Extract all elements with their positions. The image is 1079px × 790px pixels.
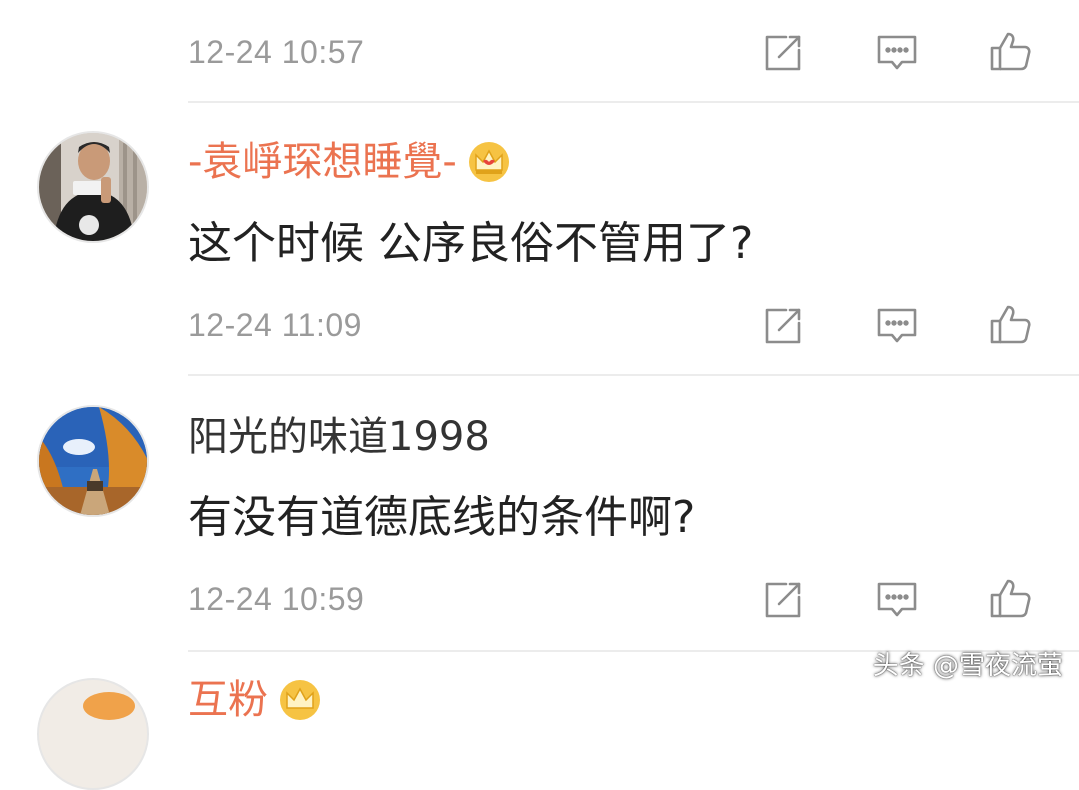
username-text: -袁崢琛想睡覺- [188, 139, 457, 185]
watermark: 头条 @雪夜流萤 [872, 651, 1063, 681]
crown-icon [280, 680, 320, 720]
username[interactable]: 互粉 [188, 676, 322, 724]
share-button[interactable] [761, 31, 805, 75]
username-text: 互粉 [188, 677, 268, 723]
like-icon [990, 579, 1031, 618]
reply-button[interactable] [875, 304, 919, 348]
comment-timestamp: 12-24 11:09 [188, 307, 362, 343]
reply-button[interactable] [875, 578, 919, 622]
share-icon [765, 35, 801, 71]
like-button[interactable] [988, 576, 1032, 620]
avatar-photo [39, 680, 147, 788]
like-icon [990, 32, 1031, 71]
share-icon [765, 308, 801, 344]
divider [188, 101, 1079, 103]
crown-icon [468, 142, 509, 182]
like-button[interactable] [988, 29, 1032, 73]
comment-icon [877, 308, 917, 343]
comment-text: 这个时候 公序良俗不管用了? [188, 218, 754, 269]
share-icon [765, 582, 801, 618]
avatar[interactable] [37, 405, 149, 517]
reply-button[interactable] [875, 31, 919, 75]
avatar-photo [39, 407, 147, 515]
comment-icon [877, 582, 917, 617]
share-button[interactable] [761, 304, 805, 348]
divider [188, 374, 1079, 376]
avatar[interactable] [37, 678, 149, 790]
comment-timestamp: 12-24 10:59 [188, 581, 365, 617]
avatar[interactable] [37, 131, 149, 243]
username[interactable]: 阳光的味道1998 [188, 413, 490, 461]
like-button[interactable] [988, 302, 1032, 346]
like-icon [990, 305, 1031, 344]
username[interactable]: -袁崢琛想睡覺- [188, 138, 511, 186]
username-text: 阳光的味道1998 [188, 414, 490, 460]
share-button[interactable] [761, 578, 805, 622]
avatar-photo [39, 133, 147, 241]
comment-text: 有没有道德底线的条件啊? [188, 492, 696, 543]
comment-timestamp: 12-24 10:57 [188, 34, 365, 70]
comment-icon [877, 35, 917, 70]
